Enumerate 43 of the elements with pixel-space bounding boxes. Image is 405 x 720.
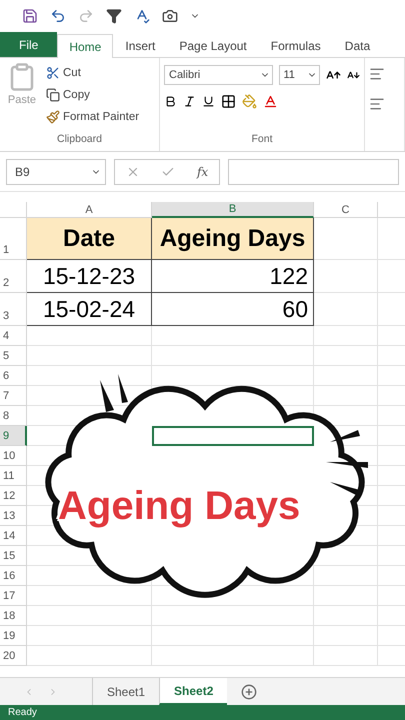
file-tab[interactable]: File: [0, 32, 58, 57]
row-header[interactable]: 15: [0, 546, 27, 566]
table-cell: 15-02-24: [27, 293, 152, 326]
row-header[interactable]: 12: [0, 486, 27, 506]
row-header[interactable]: 16: [0, 566, 27, 586]
font-size-field[interactable]: 11: [278, 65, 320, 85]
table-cell: 60: [152, 293, 314, 326]
group-label: Clipboard: [56, 133, 103, 147]
row-header[interactable]: 11: [0, 466, 27, 486]
row-header[interactable]: 6: [0, 366, 27, 386]
row-header[interactable]: 1: [0, 218, 27, 260]
copy-button[interactable]: Copy: [46, 84, 140, 106]
row-header[interactable]: 10: [0, 446, 27, 466]
row-header[interactable]: 5: [0, 346, 27, 366]
column-header[interactable]: B: [152, 202, 314, 218]
row-header[interactable]: 2: [0, 260, 27, 293]
row-header[interactable]: 19: [0, 626, 27, 646]
status-text: Ready: [0, 705, 405, 720]
row-header[interactable]: 9: [0, 426, 27, 446]
table-cell: 15-12-23: [27, 260, 152, 293]
table-cell: 122: [152, 260, 314, 293]
row-header[interactable]: 14: [0, 526, 27, 546]
function-icon[interactable]: fx: [196, 164, 208, 178]
row-header[interactable]: 18: [0, 606, 27, 626]
row-header[interactable]: 7: [0, 386, 27, 406]
sheet-tab[interactable]: Sheet2: [159, 678, 228, 705]
group-label: Font: [250, 133, 274, 147]
cloud-caption: Ageing Days: [58, 484, 300, 529]
column-header[interactable]: A: [27, 202, 152, 218]
format-painter-button[interactable]: Format Painter: [46, 106, 140, 128]
row-header[interactable]: 17: [0, 586, 27, 606]
row-header[interactable]: 8: [0, 406, 27, 426]
cut-button[interactable]: Cut: [46, 62, 140, 84]
name-box[interactable]: B9: [6, 158, 106, 184]
font-name-field[interactable]: Calibri: [164, 65, 272, 85]
ribbon-tab[interactable]: Home: [57, 34, 114, 58]
header-cell: Ageing Days: [152, 218, 314, 260]
row-header[interactable]: 4: [0, 326, 27, 346]
row-header[interactable]: 3: [0, 293, 27, 326]
row-header[interactable]: 20: [0, 646, 27, 666]
row-header[interactable]: 13: [0, 506, 27, 526]
header-cell: Date: [27, 218, 152, 260]
column-header[interactable]: C: [314, 202, 378, 218]
